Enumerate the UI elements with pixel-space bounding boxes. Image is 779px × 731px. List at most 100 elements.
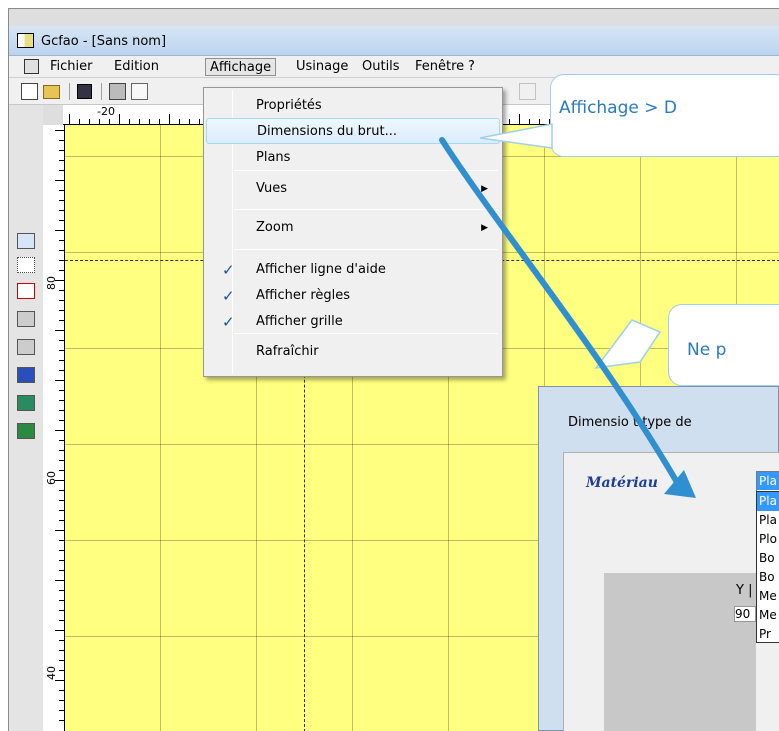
- ruler-tick: [59, 700, 64, 701]
- ruler-tick: [529, 119, 530, 124]
- menu-item-plans[interactable]: Plans: [206, 145, 500, 171]
- material-option[interactable]: Plo: [757, 530, 779, 549]
- ruler-tick: [59, 460, 64, 461]
- ruler-tick: [59, 410, 64, 411]
- material-option[interactable]: Bo: [757, 549, 779, 568]
- ruler-tick: [159, 119, 160, 124]
- material-option[interactable]: Me: [757, 606, 779, 625]
- ruler-tick: [55, 130, 64, 131]
- keyboard-tool-icon[interactable]: [17, 311, 35, 327]
- ruler-tick: [59, 590, 64, 591]
- print-preview-icon[interactable]: [131, 83, 148, 100]
- menu-item-rafraichir[interactable]: Rafraîchir: [206, 339, 500, 365]
- title-bar[interactable]: Gcfao - [Sans nom]: [9, 26, 779, 56]
- callout-text: Affichage > D: [559, 98, 677, 118]
- menu-item-afficher-grille[interactable]: ✓ Afficher grille: [206, 309, 500, 335]
- menu-affichage[interactable]: Affichage: [205, 58, 277, 76]
- vertical-ruler: 80 60 40: [43, 125, 65, 731]
- ruler-tick: [55, 180, 64, 181]
- menu-item-label: Afficher grille: [256, 314, 343, 329]
- select-tool-icon[interactable]: [17, 257, 35, 273]
- ruler-tick: [59, 470, 64, 471]
- ruler-tick: [55, 430, 64, 431]
- material-option[interactable]: Pla: [757, 511, 779, 530]
- simulate-tool-icon[interactable]: [17, 395, 35, 411]
- machine-tool-icon[interactable]: [17, 339, 35, 355]
- ruler-tick: [59, 500, 64, 501]
- pencil-tool-icon[interactable]: [17, 233, 35, 249]
- ruler-tick: [59, 300, 64, 301]
- tool-icon[interactable]: [519, 83, 536, 100]
- left-toolbar: [9, 105, 43, 731]
- ruler-tick: [59, 670, 64, 671]
- export-tool-icon[interactable]: [17, 423, 35, 439]
- menu-item-dimensions-du-brut[interactable]: Dimensions du brut...: [206, 118, 500, 144]
- ruler-tick: [189, 119, 190, 124]
- ruler-label: 80: [45, 276, 58, 290]
- ruler-tick: [539, 119, 540, 124]
- menu-edition[interactable]: Edition: [110, 58, 163, 76]
- menu-separator: [234, 209, 498, 210]
- ruler-tick: [59, 710, 64, 711]
- menu-item-vues[interactable]: Vues ▶: [206, 176, 500, 202]
- callout-menu-path: Affichage > D: [550, 74, 779, 157]
- dimensions-dialog: Dimensio t type de Matériau Pla Pla Pla Pl…: [538, 386, 779, 731]
- menu-fenetre[interactable]: Fenêtre: [411, 58, 468, 76]
- menu-outils[interactable]: Outils: [358, 58, 404, 76]
- ruler-tick: [89, 119, 90, 124]
- ruler-tick: [59, 550, 64, 551]
- ruler-label: 40: [45, 666, 58, 680]
- ruler-tick: [59, 360, 64, 361]
- menu-item-zoom[interactable]: Zoom ▶: [206, 215, 500, 241]
- menu-item-afficher-ligne-aide[interactable]: ✓ Afficher ligne d'aide: [206, 257, 500, 283]
- material-option[interactable]: Me: [757, 587, 779, 606]
- ruler-tick: [59, 250, 64, 251]
- material-option[interactable]: Bo: [757, 568, 779, 587]
- profile-tool-icon[interactable]: [17, 283, 35, 299]
- ruler-label: 60: [45, 471, 58, 485]
- ruler-tick: [59, 320, 64, 321]
- ruler-tick: [109, 119, 110, 124]
- ruler-tick: [519, 114, 520, 124]
- new-file-icon[interactable]: [21, 83, 38, 100]
- ruler-tick: [199, 119, 200, 124]
- affichage-dropdown-menu: Propriétés Dimensions du brut... Plans Vues…: [203, 87, 503, 377]
- menu-fichier[interactable]: Fichier: [46, 58, 97, 76]
- ruler-tick: [59, 520, 64, 521]
- ruler-tick: [59, 600, 64, 601]
- print-icon[interactable]: [109, 83, 126, 100]
- toolbar-separator: [101, 83, 102, 100]
- window-title: Gcfao - [Sans nom]: [41, 34, 167, 49]
- ruler-tick: [55, 480, 64, 481]
- menu-help[interactable]: ?: [464, 58, 479, 76]
- callout-note: Ne p: [668, 304, 779, 386]
- save-icon[interactable]: [77, 84, 92, 99]
- ruler-tick: [59, 140, 64, 141]
- menu-usinage[interactable]: Usinage: [292, 58, 352, 76]
- ruler-tick: [59, 720, 64, 721]
- menu-item-proprietes[interactable]: Propriétés: [206, 93, 500, 119]
- menu-item-afficher-regles[interactable]: ✓ Afficher règles: [206, 283, 500, 309]
- document-icon[interactable]: [24, 59, 39, 74]
- ruler-tick: [55, 680, 64, 681]
- ruler-tick: [59, 240, 64, 241]
- menu-item-label: Propriétés: [256, 98, 322, 113]
- material-option[interactable]: Pr: [757, 625, 779, 642]
- menu-item-label: Plans: [256, 150, 291, 165]
- ruler-tick: [69, 114, 70, 124]
- ruler-tick: [129, 119, 130, 124]
- ruler-tick: [59, 160, 64, 161]
- ruler-tick: [59, 170, 64, 171]
- open-folder-icon[interactable]: [43, 85, 60, 99]
- checkmark-icon: ✓: [222, 313, 235, 331]
- ruler-tick: [59, 660, 64, 661]
- material-dropdown-list[interactable]: Pla Pla Plo Bo Bo Me Me Pr: [756, 491, 779, 643]
- material-option[interactable]: Pla: [757, 492, 779, 511]
- menu-separator: [234, 249, 498, 250]
- ruler-tick: [59, 400, 64, 401]
- submenu-arrow-icon: ▶: [481, 184, 488, 194]
- toolbar-separator: [69, 83, 70, 100]
- computer-tool-icon[interactable]: [17, 367, 35, 383]
- material-combobox[interactable]: Pla: [756, 471, 779, 492]
- y-value-field[interactable]: 90: [734, 606, 756, 622]
